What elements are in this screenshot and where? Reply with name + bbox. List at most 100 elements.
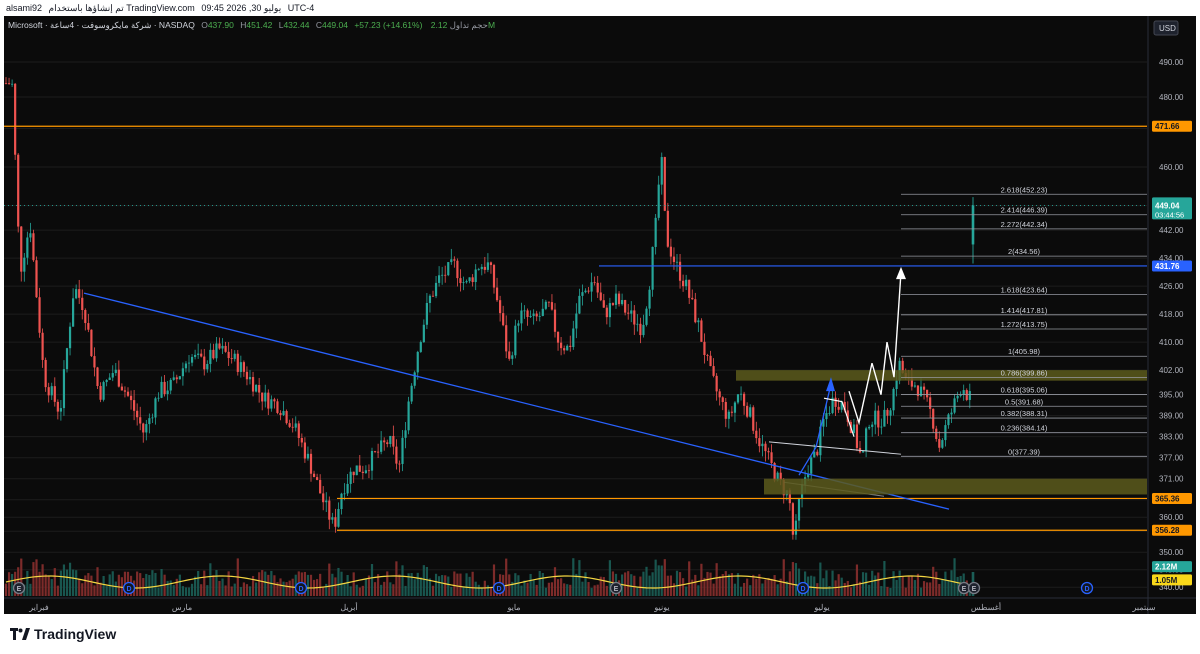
supply-demand-zone — [764, 478, 1147, 495]
candle-body — [724, 402, 727, 419]
volume-bar — [706, 571, 709, 596]
candle-body — [535, 313, 538, 317]
volume-bar — [184, 587, 188, 596]
volume-bar — [172, 585, 175, 596]
candle-body — [352, 471, 355, 476]
volume-bar — [901, 575, 904, 596]
volume-bar — [166, 580, 169, 596]
volume-bar — [642, 571, 645, 596]
volume-bar — [675, 570, 679, 596]
candle-body — [194, 354, 197, 357]
candle-body — [441, 274, 444, 276]
volume-bar — [212, 575, 215, 596]
volume-bar — [825, 570, 828, 596]
candle-body — [505, 325, 508, 352]
volume-bar — [678, 572, 682, 596]
candle-body — [666, 210, 669, 247]
candle-body — [294, 423, 297, 428]
candle-body — [828, 413, 831, 414]
candle-body — [755, 430, 758, 439]
candle-body — [642, 324, 645, 336]
candle — [855, 420, 859, 452]
y-tick-label: 350.00 — [1159, 548, 1184, 557]
candle — [90, 329, 93, 357]
fib-level-label: 1(405.98) — [1008, 347, 1041, 356]
candle-body — [913, 385, 916, 387]
candle-body — [120, 386, 123, 391]
candle-body — [865, 428, 868, 452]
volume-bar — [865, 572, 868, 596]
candle — [17, 153, 20, 233]
candle-body — [965, 390, 968, 400]
volume-bar — [770, 578, 773, 596]
event-marker-label: E — [614, 586, 619, 593]
y-tick-label: 389.00 — [1159, 412, 1184, 421]
volume-bar — [746, 578, 749, 596]
candle-body — [877, 410, 880, 428]
volume-bar — [380, 584, 383, 596]
volume-bar — [541, 573, 544, 596]
candle-body — [163, 381, 166, 395]
tradingview-logo[interactable]: TradingView — [10, 626, 116, 642]
candle-body — [550, 302, 554, 310]
candle-body — [477, 269, 480, 270]
candle-body — [346, 483, 349, 494]
chart-area[interactable]: Microsoft · شركة مايكروسوفت · 4ساعة · NA… — [4, 16, 1196, 614]
volume-bar — [572, 558, 575, 596]
candle-body — [197, 353, 200, 355]
volume-label: حجم تداول — [449, 20, 488, 30]
candle-body — [743, 393, 746, 406]
volume-bar — [831, 570, 834, 596]
candle-body — [267, 392, 270, 409]
volume-bar — [337, 567, 340, 596]
candle-body — [312, 473, 316, 478]
candle-body — [169, 379, 172, 391]
candle-body — [526, 310, 529, 317]
volume-bar — [855, 564, 859, 596]
volume-bar — [120, 577, 123, 596]
candle-body — [617, 293, 621, 305]
price-chart-svg[interactable]: 2.618(452.23) 2.414(446.39) 2.272(442.34) 2… — [4, 16, 1196, 614]
y-tick-label: 410.00 — [1159, 338, 1184, 347]
volume-bar — [209, 563, 212, 596]
volume-bar — [68, 562, 72, 596]
candle-body — [715, 375, 718, 392]
volume-bar — [919, 587, 923, 596]
candle-body — [462, 282, 465, 284]
candle-body — [212, 349, 215, 359]
candle-body — [834, 397, 837, 407]
candle-body — [675, 261, 679, 263]
candle — [355, 465, 358, 476]
close-value: 449.04 — [321, 20, 348, 30]
candle-body — [468, 277, 471, 282]
volume-bar — [581, 581, 584, 596]
volume-bar — [474, 581, 477, 596]
candle-body — [630, 310, 633, 314]
x-axis-label: فبراير — [28, 603, 49, 612]
candle — [285, 409, 288, 425]
candle-body — [575, 313, 578, 329]
candle-body — [636, 323, 639, 325]
volume-bar — [547, 582, 550, 596]
candle-body — [190, 356, 194, 363]
candle-body — [553, 309, 557, 332]
candle-body — [428, 295, 432, 303]
volume-bar — [343, 583, 346, 596]
candle-body — [343, 493, 346, 495]
volume-bar — [221, 578, 224, 596]
candle — [645, 306, 648, 327]
candle-body — [419, 342, 422, 352]
volume-bar — [459, 573, 462, 596]
candle-body — [75, 289, 78, 299]
candle-body — [569, 345, 572, 348]
volume-bar — [553, 567, 557, 596]
fib-level-label: 2.272(442.34) — [1001, 220, 1048, 229]
price-tag-label: 471.66 — [1155, 122, 1180, 131]
candle-body — [322, 493, 325, 503]
volume-bar — [877, 572, 880, 596]
candle-body — [334, 517, 337, 527]
candle-body — [166, 390, 169, 395]
candle-body — [541, 308, 544, 316]
candle-body — [929, 397, 932, 409]
candle-body — [117, 369, 120, 387]
